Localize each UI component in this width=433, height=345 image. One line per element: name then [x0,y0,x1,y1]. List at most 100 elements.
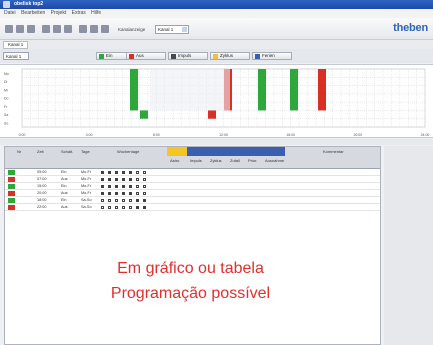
weekday-checkbox[interactable] [136,192,139,195]
weekday-checkbox[interactable] [129,206,132,209]
weekday-checkbox[interactable] [108,185,111,188]
row-status-marker [8,198,15,203]
weekday-checkbox[interactable] [136,185,139,188]
copy-icon[interactable] [53,25,61,33]
holiday-button[interactable]: Ferien [252,52,292,60]
weekday-checkbox[interactable] [129,199,132,202]
schedule-chart[interactable]: Mo Di Mi Do Fr Sa So 0:00 4:00 8:00 12:00 16:00 20:0… [0,64,433,138]
weekday-checkbox[interactable] [136,199,139,202]
col-header-weekdays: Wochentage [117,149,140,154]
weekday-checkbox[interactable] [122,192,125,195]
new-file-icon[interactable] [5,25,13,33]
weekday-checkbox[interactable] [108,192,111,195]
weekday-checkbox[interactable] [115,199,118,202]
paste-icon[interactable] [64,25,72,33]
menu-item-hilfe[interactable]: Hilfe [91,10,101,16]
view-dropdown[interactable]: Kanal 1 [3,52,29,60]
app-icon [3,1,10,8]
open-folder-icon[interactable] [16,25,24,33]
menu-item-projekt[interactable]: Projekt [51,10,67,16]
menu-item-bearbeiten[interactable]: Bearbeiten [21,10,45,16]
weekday-checkbox[interactable] [108,206,111,209]
channel-select[interactable]: Kanal 1 [155,25,189,34]
pulse-button[interactable]: Impuls [168,52,208,60]
splitter[interactable] [0,139,433,145]
cell-days: Mo-Fr [81,191,92,195]
help-icon[interactable] [101,25,109,33]
weekday-checkbox[interactable] [101,192,104,195]
row-status-marker [8,177,15,182]
save-icon[interactable] [27,25,35,33]
weekday-checkbox[interactable] [115,178,118,181]
table-row[interactable]: 05:00 Ein Mo-Fr [5,170,380,176]
table-header: Nr Zeit Schalt. Tage Wochentage Astro Im… [5,147,380,169]
active-zone [150,69,230,111]
row-label: Mo [4,72,9,76]
schedule-bar [258,69,266,111]
weekday-checkbox[interactable] [129,185,132,188]
col-header-random: Zufall [230,158,240,163]
weekday-checkbox[interactable] [129,178,132,181]
weekday-checkbox[interactable] [122,178,125,181]
weekday-checkbox[interactable] [115,185,118,188]
table-row[interactable]: 18:00 Ein Sa-So [5,198,380,204]
weekday-checkbox[interactable] [129,171,132,174]
col-header-days: Tage [81,149,90,154]
weekday-checkbox[interactable] [122,171,125,174]
weekday-checkbox[interactable] [115,171,118,174]
holiday-swatch-icon [255,54,260,59]
cycle-button-label: Zyklus [220,53,234,58]
cycle-button[interactable]: Zyklus [210,52,250,60]
device-icon[interactable] [90,25,98,33]
time-tick-label: 0:00 [19,133,26,137]
channel-tabs: Kanal 1 [0,40,433,49]
weekday-checkbox[interactable] [143,199,146,202]
cell-action: Aus [61,205,68,209]
weekday-checkbox[interactable] [108,171,111,174]
off-button[interactable]: Aus [126,52,166,60]
weekday-checkbox[interactable] [143,206,146,209]
weekday-checkbox[interactable] [143,178,146,181]
print-icon[interactable] [42,25,50,33]
weekday-checkbox[interactable] [143,192,146,195]
weekday-checkbox[interactable] [108,199,111,202]
weekday-checkbox[interactable] [115,192,118,195]
menu-item-datei[interactable]: Datei [4,10,16,16]
weekday-checkbox[interactable] [115,206,118,209]
on-swatch-icon [99,54,104,59]
weekday-checkbox[interactable] [101,185,104,188]
weekday-checkbox[interactable] [129,192,132,195]
schedule-bar [318,69,326,111]
weekday-checkbox[interactable] [143,185,146,188]
row-label: Mi [4,88,8,92]
time-tick-label: 20:00 [353,133,362,137]
row-status-marker [8,170,15,175]
table-row[interactable]: 07:00 Aus Mo-Fr [5,177,380,183]
cell-days: Sa-So [81,198,92,202]
schedule-chart-svg: Mo Di Mi Do Fr Sa So 0:00 4:00 8:00 12:00 16:00 20:0… [4,68,429,137]
weekday-checkbox[interactable] [101,178,104,181]
table-row[interactable]: 15:00 Ein Mo-Fr [5,184,380,190]
weekday-checkbox[interactable] [122,185,125,188]
table-row[interactable]: 22:00 Aus Sa-So [5,205,380,211]
row-label: Sa [4,113,8,117]
caption-line-1: Em gráfico ou tabela [117,260,264,277]
menu-item-extras[interactable]: Extras [72,10,86,16]
application-window: obelisk top2 Datei Bearbeiten Projekt Ex… [0,0,433,345]
weekday-checkbox[interactable] [108,178,111,181]
weekday-checkbox[interactable] [143,171,146,174]
weekday-checkbox[interactable] [136,206,139,209]
cell-action: Aus [61,191,68,195]
weekday-checkbox[interactable] [101,171,104,174]
weekday-checkbox[interactable] [136,171,139,174]
transfer-icon[interactable] [79,25,87,33]
weekday-checkbox[interactable] [101,199,104,202]
weekday-checkbox[interactable] [136,178,139,181]
table-row[interactable]: 20:00 Aus Mo-Fr [5,191,380,197]
tab-channel-1[interactable]: Kanal 1 [3,41,29,49]
cell-time: 07:00 [37,177,47,181]
program-table: Nr Zeit Schalt. Tage Wochentage Astro Im… [4,146,381,345]
weekday-checkbox[interactable] [122,199,125,202]
weekday-checkbox[interactable] [101,206,104,209]
weekday-checkbox[interactable] [122,206,125,209]
